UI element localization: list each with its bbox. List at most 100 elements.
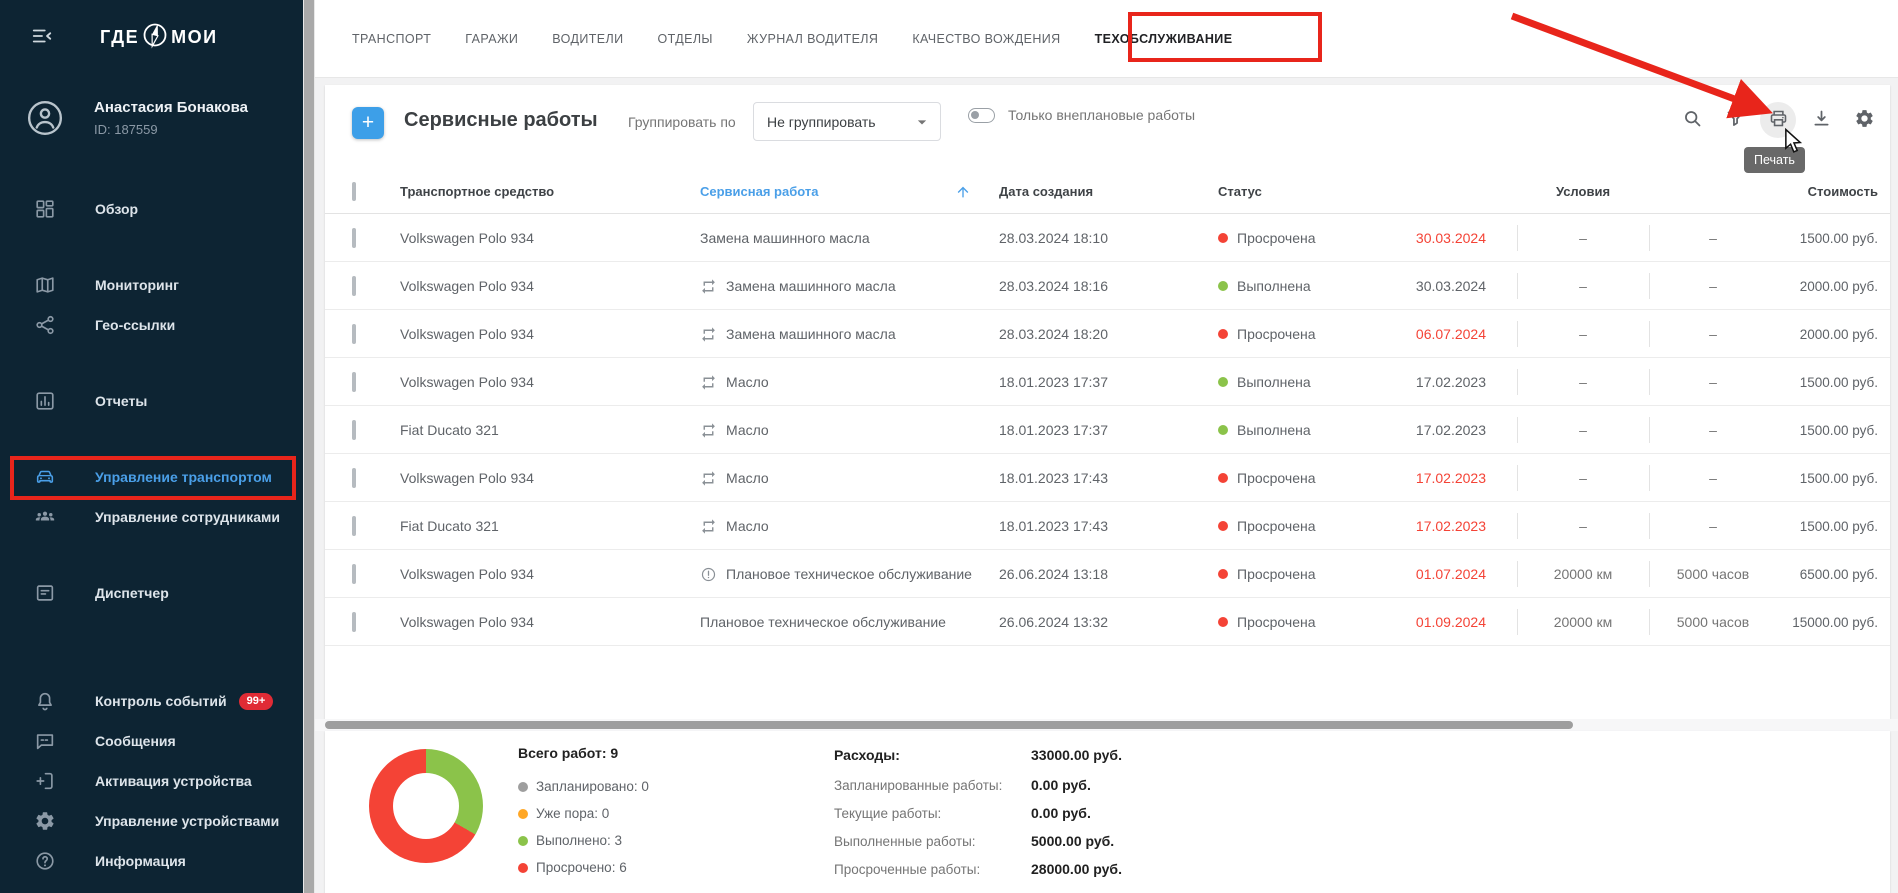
cell-condition-mileage: – [1517,406,1649,454]
table-row[interactable]: Volkswagen Polo 934 Масло 18.01.2023 17:… [325,358,1890,406]
tab-driver-journal[interactable]: ЖУРНАЛ ВОДИТЕЛЯ [730,0,895,78]
cell-cost: 1500.00 руб. [1777,519,1890,534]
row-checkbox[interactable] [352,228,356,248]
cell-service: Масло [726,422,769,438]
cell-status: Просрочена [1237,614,1316,630]
row-checkbox[interactable] [352,468,356,488]
service-type-icon [700,470,717,487]
cell-created: 28.03.2024 18:16 [999,278,1218,294]
add-service-work-button[interactable]: + [352,107,384,139]
search-icon-button[interactable] [1674,102,1710,138]
cell-condition-hours: – [1649,454,1777,502]
sidebar-item-employee-management[interactable]: Управление сотрудниками [0,497,303,537]
sidebar-item-icon [33,273,57,297]
sidebar-item-dispatcher[interactable]: Диспетчер [0,573,303,613]
print-icon-button[interactable] [1760,102,1796,138]
logo-text-right: МОИ [171,27,217,48]
column-header-created[interactable]: Дата создания [999,184,1218,199]
cell-vehicle: Fiat Ducato 321 [400,422,700,438]
sidebar-scrollbar[interactable] [303,0,315,893]
table-row[interactable]: Volkswagen Polo 934 Замена машинного мас… [325,214,1890,262]
user-profile[interactable]: Анастасия Бонакова ID: 187559 [26,99,248,137]
cell-cost: 1500.00 руб. [1777,423,1890,438]
group-by-selected-value: Не группировать [767,114,912,130]
table-body: Volkswagen Polo 934 Замена машинного мас… [325,214,1890,646]
table-row[interactable]: Volkswagen Polo 934 Плановое техническое… [325,550,1890,598]
table-row[interactable]: Fiat Ducato 321 Масло 18.01.2023 17:43 П… [325,502,1890,550]
table-row[interactable]: Volkswagen Polo 934 Замена машинного мас… [325,310,1890,358]
summary-card: Всего работ: 9 Запланировано: 0 Уже пора… [325,731,1890,893]
select-all-checkbox[interactable] [352,182,356,201]
row-checkbox[interactable] [352,276,356,296]
sidebar-item-label: Отчеты [95,393,147,409]
chevron-down-icon [912,112,932,132]
sidebar-item-label: Сообщения [95,733,176,749]
row-checkbox[interactable] [352,564,356,584]
sidebar-item-label: Мониторинг [95,277,179,293]
row-checkbox[interactable] [352,516,356,536]
row-checkbox[interactable] [352,612,356,632]
row-checkbox[interactable] [352,420,356,440]
collapse-menu-icon[interactable] [28,22,56,50]
cell-service: Масло [726,374,769,390]
table-row[interactable]: Volkswagen Polo 934 Плановое техническое… [325,598,1890,646]
group-by-select[interactable]: Не группировать [753,102,941,141]
sidebar-item-device-management[interactable]: Управление устройствами [0,801,303,841]
cell-due-date: 30.03.2024 [1394,278,1517,294]
legend-item: Уже пора: 0 [518,800,649,827]
tab-driving-quality[interactable]: КАЧЕСТВО ВОЖДЕНИЯ [895,0,1077,78]
cell-condition-mileage: – [1517,454,1649,502]
sidebar-item-overview[interactable]: Обзор [0,189,303,229]
sidebar-item-event-control[interactable]: Контроль событий 99+ [0,681,303,721]
legend-label: Просрочено: 6 [536,860,627,875]
sidebar-item-messages[interactable]: Сообщения [0,721,303,761]
column-header-service-sorted[interactable]: Сервисная работа [700,184,999,200]
cell-status: Просрочена [1237,326,1316,342]
horizontal-scrollbar-thumb[interactable] [325,721,1573,729]
user-name: Анастасия Бонакова [94,99,248,117]
service-type-icon [700,326,717,343]
tab-garages[interactable]: ГАРАЖИ [448,0,535,78]
sidebar-item-geo-links[interactable]: Гео-ссылки [0,305,303,345]
sidebar-item-device-activation[interactable]: Активация устройства [0,761,303,801]
tab-drivers[interactable]: ВОДИТЕЛИ [535,0,640,78]
cell-service: Плановое техническое обслуживание [726,566,972,582]
service-works-card: + Сервисные работы Группировать по Не гр… [325,85,1890,719]
cell-status: Выполнена [1237,422,1311,438]
toolbar-icon [1811,108,1832,132]
sidebar-item-monitoring[interactable]: Мониторинг [0,265,303,305]
column-header-cost[interactable]: Стоимость [1777,184,1890,199]
cell-condition-hours: 5000 часов [1649,598,1777,646]
expense-row: Просроченные работы: 28000.00 руб. [834,855,1122,883]
user-id: ID: 187559 [94,122,248,137]
service-type-icon [700,374,717,391]
settings-icon-button[interactable] [1846,102,1882,138]
sidebar-item-reports[interactable]: Отчеты [0,381,303,421]
table-row[interactable]: Fiat Ducato 321 Масло 18.01.2023 17:37 В… [325,406,1890,454]
row-checkbox[interactable] [352,324,356,344]
sidebar-item-icon [33,197,57,221]
expense-row: Запланированные работы: 0.00 руб. [834,771,1122,799]
column-header-vehicle[interactable]: Транспортное средство [400,184,700,199]
sidebar-item-label: Обзор [95,201,138,217]
cell-condition-mileage: 20000 км [1517,598,1649,646]
cell-cost: 1500.00 руб. [1777,471,1890,486]
cell-cost: 1500.00 руб. [1777,231,1890,246]
row-checkbox[interactable] [352,372,356,392]
table-row[interactable]: Volkswagen Polo 934 Масло 18.01.2023 17:… [325,454,1890,502]
tab-maintenance[interactable]: ТЕХОБСЛУЖИВАНИЕ [1078,0,1250,78]
page-title: Сервисные работы [404,109,598,132]
legend-dot [518,782,528,792]
table-row[interactable]: Volkswagen Polo 934 Замена машинного мас… [325,262,1890,310]
status-dot [1218,521,1228,531]
sidebar-item-information[interactable]: Информация [0,841,303,881]
filter-icon-button[interactable] [1717,102,1753,138]
tab-transport[interactable]: ТРАНСПОРТ [335,0,448,78]
sidebar-item-transport-management[interactable]: Управление транспортом [0,457,303,497]
unplanned-only-toggle[interactable]: Только внеплановые работы [968,107,1195,123]
column-header-status[interactable]: Статус [1218,184,1394,199]
tab-departments[interactable]: ОТДЕЛЫ [640,0,729,78]
sidebar: ГДЕ МОИ Анастасия Бонакова ID: 187559 Об… [0,0,303,893]
download-icon-button[interactable] [1803,102,1839,138]
column-header-conditions[interactable]: Условия [1517,169,1649,214]
